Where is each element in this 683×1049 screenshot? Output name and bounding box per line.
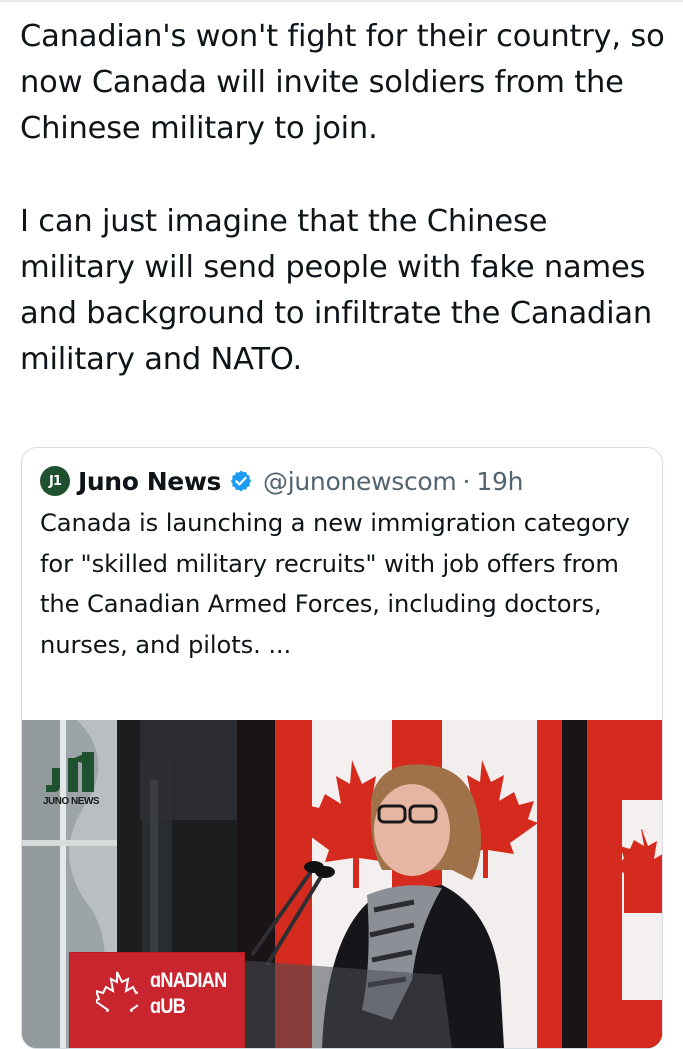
quoted-post-media[interactable]: JUNO NEWS ɑNADIAN ɑUB [22,720,662,1048]
podium-sign-line-2: ɑUB [150,995,186,1018]
juno-news-watermark-logo [42,748,102,794]
post-paragraph-2: I can just imagine that the Chinese mili… [20,203,652,378]
separator-dot: · [462,466,471,496]
avatar[interactable]: J1 [40,466,70,496]
display-name[interactable]: Juno News [78,467,221,496]
post-paragraph-1: Canadian's won't fight for their country… [20,19,665,147]
verified-badge-icon [229,469,253,493]
handle[interactable]: @junonewscom [263,467,457,496]
quoted-post-text: Canada is launching a new immigration ca… [40,509,630,659]
podium-sign-line-1: ɑNADIAN [150,969,227,992]
podium-sign: ɑNADIAN ɑUB [69,952,245,1048]
top-divider [0,0,683,2]
watermark-text: JUNO NEWS [43,796,100,807]
quoted-post-card[interactable]: J1 Juno News @junonewscom · 19h Canada i… [21,447,663,1049]
maple-leaf-icon [96,971,138,1012]
timestamp[interactable]: 19h [476,467,523,496]
quoted-post-header: J1 Juno News @junonewscom · 19h [40,465,523,497]
post-body: Canadian's won't fight for their country… [20,14,670,383]
